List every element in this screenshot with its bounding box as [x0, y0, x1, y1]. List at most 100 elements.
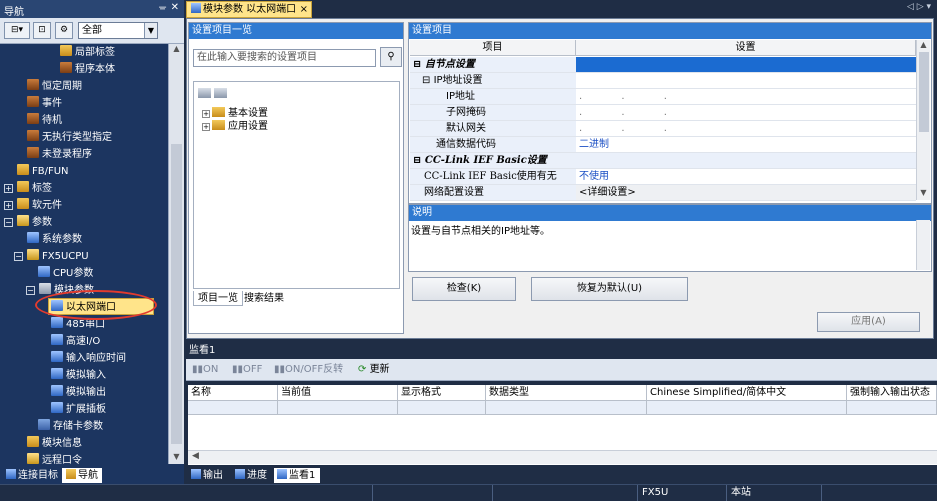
- grid-scrollbar[interactable]: ▲ ▼: [916, 40, 930, 200]
- cclink-use-value[interactable]: 不使用: [576, 169, 916, 185]
- tab-progress[interactable]: 进度: [232, 468, 272, 483]
- nav-filter-select[interactable]: 全部 ▼: [78, 22, 158, 39]
- grid-row[interactable]: 通信数据代码 二进制: [410, 137, 916, 153]
- watch-cell[interactable]: [278, 401, 398, 415]
- tree-item-remote-password[interactable]: 远程口令: [27, 452, 82, 464]
- tab-item-list[interactable]: 项目一览: [193, 291, 243, 306]
- grid-row[interactable]: IP地址 . . .: [410, 89, 916, 105]
- watch-cell[interactable]: [398, 401, 486, 415]
- tree-item-program-body[interactable]: 程序本体: [60, 61, 115, 78]
- column-header-current-value[interactable]: 当前值: [278, 385, 398, 401]
- scroll-thumb[interactable]: [171, 144, 182, 444]
- grid-row[interactable]: 子网掩码 . . .: [410, 105, 916, 121]
- column-header-comment[interactable]: Chinese Simplified/简体中文: [647, 385, 847, 401]
- scroll-thumb[interactable]: [919, 52, 929, 132]
- expand-icon[interactable]: +: [202, 110, 210, 118]
- watch-cell[interactable]: [188, 401, 278, 415]
- tab-search-results[interactable]: 搜索结果: [240, 291, 288, 306]
- scroll-down-icon[interactable]: ▼: [917, 188, 930, 200]
- watch-hscrollbar[interactable]: ◀: [188, 450, 937, 464]
- tab-output[interactable]: 输出: [188, 468, 230, 483]
- close-icon[interactable]: ×: [300, 2, 308, 17]
- collapse-icon[interactable]: −: [14, 252, 23, 261]
- collapse-icon[interactable]: −: [4, 218, 13, 227]
- tab-scroll-icon[interactable]: ◁ ▷ ▾: [907, 2, 931, 12]
- ip-address-field[interactable]: . . .: [576, 89, 916, 105]
- watch-cell[interactable]: [847, 401, 937, 415]
- scroll-down-icon[interactable]: ▼: [169, 452, 184, 464]
- force-off-button[interactable]: ▮▮OFF: [232, 362, 262, 378]
- pin-icon[interactable]: ᚚ: [159, 2, 166, 13]
- tree-item-fixed-scan[interactable]: 恒定周期: [27, 78, 82, 95]
- tree-view-icon[interactable]: ⊟▾: [4, 22, 30, 39]
- watch-cell[interactable]: [486, 401, 647, 415]
- tab-watch1[interactable]: 监看1: [274, 468, 320, 483]
- tree-item-fx5ucpu[interactable]: − FX5UCPU: [14, 248, 89, 265]
- column-header-force-io-status[interactable]: 强制输入输出状态: [847, 385, 937, 401]
- tree-item-module-params[interactable]: − 模块参数: [26, 282, 94, 299]
- grid-row[interactable]: 网络配置设置 <详细设置>: [410, 185, 916, 201]
- description-scrollbar[interactable]: [916, 220, 930, 270]
- apply-button[interactable]: 应用(A): [817, 312, 920, 332]
- column-header-item[interactable]: 项目: [410, 40, 576, 56]
- collapse-icon[interactable]: ⊟: [410, 75, 430, 86]
- expand-icon[interactable]: +: [4, 201, 13, 210]
- tab-module-params-ethernet[interactable]: 模块参数 以太网端口 ×: [186, 1, 312, 18]
- grid-row[interactable]: 默认网关 . . .: [410, 121, 916, 137]
- scroll-up-icon[interactable]: ▲: [917, 40, 930, 52]
- tree-item-ethernet-port[interactable]: 以太网端口: [48, 298, 154, 315]
- tree-item-485-serial[interactable]: 485串口: [51, 316, 105, 333]
- restore-default-button[interactable]: 恢复为默认(U): [531, 277, 688, 301]
- column-header-data-type[interactable]: 数据类型: [486, 385, 647, 401]
- scroll-left-icon[interactable]: ◀: [192, 451, 199, 461]
- tree-item-unregistered[interactable]: 未登录程序: [27, 146, 92, 163]
- tab-connection-target[interactable]: 连接目标: [2, 468, 60, 483]
- toggle-on-off-button[interactable]: ▮▮ON/OFF反转: [274, 362, 343, 378]
- network-config-detail-button[interactable]: <详细设置>: [576, 185, 916, 201]
- tab-navigation[interactable]: 导航: [62, 468, 102, 483]
- binoculars-icon[interactable]: ⚲: [380, 47, 402, 67]
- tree-item-devices[interactable]: + 软元件: [4, 197, 62, 214]
- tree-item-memory-card[interactable]: 存储卡参数: [38, 418, 103, 435]
- chevron-down-icon[interactable]: ▼: [144, 23, 157, 38]
- expand-icon[interactable]: +: [202, 123, 210, 131]
- check-button[interactable]: 检查(K): [412, 277, 516, 301]
- tree-item-module-info[interactable]: 模块信息: [27, 435, 82, 452]
- column-header-name[interactable]: 名称: [188, 385, 278, 401]
- gear-icon[interactable]: ⚙: [55, 22, 73, 39]
- grid-row[interactable]: CC-Link IEF Basic使用有无 不使用: [410, 169, 916, 185]
- scroll-up-icon[interactable]: ▲: [169, 44, 184, 56]
- tree-item-local-labels[interactable]: 局部标签: [60, 44, 115, 61]
- search-input[interactable]: 在此输入要搜索的设置项目: [193, 49, 376, 67]
- tree-item-basic-settings[interactable]: + 基本设置: [202, 107, 268, 120]
- watch-cell[interactable]: [647, 401, 847, 415]
- grid-row[interactable]: ⊟ IP地址设置: [410, 73, 916, 89]
- subnet-mask-field[interactable]: . . .: [576, 105, 916, 121]
- tree-item-labels[interactable]: + 标签: [4, 180, 52, 197]
- tree-item-high-speed-io[interactable]: 高速I/O: [51, 333, 100, 350]
- nav-scrollbar[interactable]: ▲ ▼: [168, 44, 184, 464]
- expand-all-icon[interactable]: [198, 88, 211, 98]
- tree-item-event[interactable]: 事件: [27, 95, 62, 112]
- collapse-icon[interactable]: ⊟: [410, 59, 421, 70]
- tree-item-analog-output[interactable]: 模拟输出: [51, 384, 106, 401]
- tree-item-standby[interactable]: 待机: [27, 112, 62, 129]
- tree-item-system-params[interactable]: 系统参数: [27, 231, 82, 248]
- refresh-button[interactable]: ⟳ 更新: [358, 362, 390, 378]
- tree-item-fb-fun[interactable]: FB/FUN: [17, 163, 69, 180]
- collapse-icon[interactable]: ⊟: [410, 155, 421, 166]
- collapse-icon[interactable]: ⊡: [33, 22, 51, 39]
- collapse-all-icon[interactable]: [214, 88, 227, 98]
- tree-item-no-exec-type[interactable]: 无执行类型指定: [27, 129, 112, 146]
- grid-row[interactable]: ⊟ CC-Link IEF Basic设置: [410, 153, 916, 169]
- default-gateway-field[interactable]: . . .: [576, 121, 916, 137]
- tree-item-input-response[interactable]: 输入响应时间: [51, 350, 126, 367]
- force-on-button[interactable]: ▮▮ON: [192, 362, 218, 378]
- collapse-icon[interactable]: −: [26, 286, 35, 295]
- tree-item-application-settings[interactable]: + 应用设置: [202, 120, 268, 133]
- close-icon[interactable]: ✕: [171, 2, 179, 13]
- tree-item-cpu-params[interactable]: CPU参数: [38, 265, 93, 282]
- grid-row[interactable]: ⊟ 自节点设置: [410, 57, 916, 73]
- tree-item-analog-input[interactable]: 模拟输入: [51, 367, 106, 384]
- tree-item-expansion-board[interactable]: 扩展插板: [51, 401, 106, 418]
